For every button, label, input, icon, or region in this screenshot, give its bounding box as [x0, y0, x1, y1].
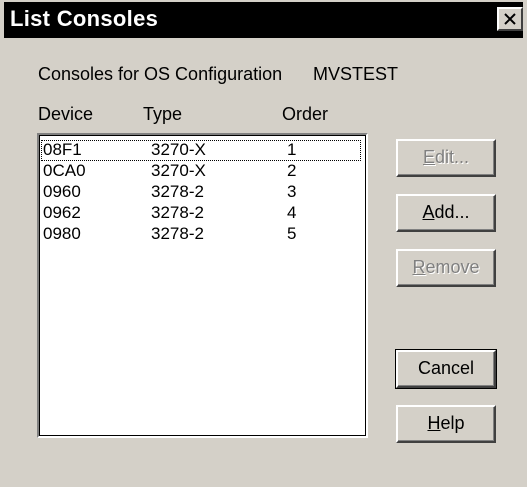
- consoles-for-label: Consoles for OS Configuration: [38, 64, 283, 84]
- remove-button[interactable]: Remove: [396, 249, 496, 287]
- close-icon: [504, 13, 516, 25]
- add-button[interactable]: Add...: [396, 194, 496, 232]
- type-cell: 3270-X: [151, 140, 206, 159]
- type-cell: 3278-2: [151, 203, 204, 222]
- close-button[interactable]: [497, 7, 523, 31]
- edit-label-rest: dit...: [435, 147, 470, 167]
- order-cell: 2: [287, 161, 297, 180]
- remove-mnemonic: R: [412, 257, 426, 277]
- column-header-type: Type: [143, 104, 183, 124]
- list-item[interactable]: 08F1 3270-X 1: [41, 140, 361, 161]
- type-cell: 3270-X: [151, 161, 206, 180]
- edit-button[interactable]: Edit...: [396, 139, 496, 177]
- cancel-button[interactable]: Cancel: [395, 349, 497, 389]
- order-cell: 5: [287, 224, 297, 243]
- os-config-name: MVSTEST: [313, 64, 399, 84]
- add-mnemonic: A: [422, 202, 435, 222]
- add-label-rest: dd...: [434, 202, 470, 222]
- help-mnemonic: H: [427, 413, 441, 433]
- title-bar[interactable]: List Consoles: [4, 2, 523, 38]
- list-item[interactable]: 0980 3278-2 5: [41, 224, 361, 245]
- remove-label-rest: emove: [425, 257, 480, 277]
- order-cell: 4: [287, 203, 297, 222]
- list-consoles-dialog: List Consoles Consoles for OS Configurat…: [0, 0, 527, 487]
- list-item[interactable]: 0960 3278-2 3: [41, 182, 361, 203]
- list-item[interactable]: 0962 3278-2 4: [41, 203, 361, 224]
- device-cell: 08F1: [43, 140, 82, 159]
- column-header-order: Order: [282, 104, 329, 124]
- cancel-label: Cancel: [417, 358, 475, 378]
- device-cell: 0980: [43, 224, 81, 243]
- help-label-rest: elp: [440, 413, 465, 433]
- list-item[interactable]: 0CA0 3270-X 2: [41, 161, 361, 182]
- consoles-listbox[interactable]: 08F1 3270-X 1 0CA0 3270-X 2 0960 3278-2 …: [37, 133, 368, 438]
- order-cell: 1: [287, 140, 297, 159]
- edit-mnemonic: E: [422, 147, 435, 167]
- type-cell: 3278-2: [151, 182, 204, 201]
- device-cell: 0960: [43, 182, 81, 201]
- order-cell: 3: [287, 182, 297, 201]
- type-cell: 3278-2: [151, 224, 204, 243]
- window-title: List Consoles: [10, 6, 159, 31]
- device-cell: 0CA0: [43, 161, 86, 180]
- column-header-device: Device: [38, 104, 94, 124]
- device-cell: 0962: [43, 203, 81, 222]
- help-button[interactable]: Help: [396, 405, 496, 443]
